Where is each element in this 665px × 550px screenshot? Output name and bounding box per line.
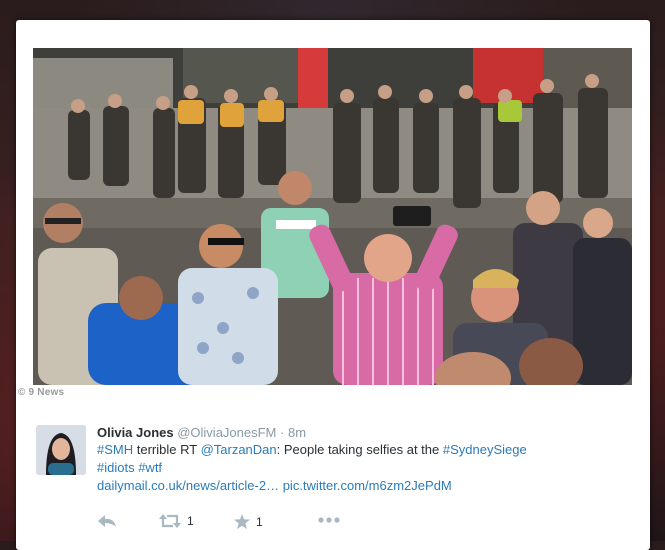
mention-tarzandan[interactable]: @TarzanDan [201,442,277,457]
tweet-card: © 9 News Olivia Jones @OliviaJonesFM · 8… [16,20,650,550]
photo-watermark: © 9 News [18,387,65,398]
reply-button[interactable] [97,514,117,528]
avatar[interactable] [36,425,86,475]
favorite-button[interactable]: 1 [234,514,263,529]
tweet-timestamp[interactable]: 8m [288,425,306,440]
hashtag-idiots[interactable]: #idiots [97,460,135,475]
hashtag-sydneysiege[interactable]: #SydneySiege [443,442,527,457]
tweet-photo[interactable] [33,48,632,385]
favorite-count: 1 [256,514,263,529]
star-icon [234,514,250,529]
more-button[interactable] [318,517,340,523]
separator-dot: · [280,425,285,440]
user-name[interactable]: Olivia Jones [97,425,174,440]
tweet-text-segment: : People taking selfies at the [276,442,443,457]
user-handle[interactable]: @OliviaJonesFM [177,425,276,440]
tweet: Olivia Jones @OliviaJonesFM · 8m #SMH te… [36,424,626,544]
tweet-text-line-2: #idiots #wtf [97,459,617,477]
avatar-image [36,425,86,475]
retweet-count: 1 [187,514,194,528]
tweet-body: Olivia Jones @OliviaJonesFM · 8m #SMH te… [97,424,617,495]
tweet-text-line-3: dailymail.co.uk/news/article-2… pic.twit… [97,477,617,495]
reply-icon [98,515,116,527]
crowd-photo-illustration [33,48,632,385]
tweet-header: Olivia Jones @OliviaJonesFM · 8m [97,424,617,441]
retweet-icon [159,514,181,528]
article-link[interactable]: dailymail.co.uk/news/article-2… [97,478,279,493]
media-link[interactable]: pic.twitter.com/m6zm2JePdM [283,478,452,493]
tweet-text-segment: terrible RT [133,442,201,457]
retweet-button[interactable]: 1 [159,514,194,528]
hashtag-smh[interactable]: #SMH [97,442,133,457]
more-dots-icon [318,517,340,523]
tweet-text-line-1: #SMH terrible RT @TarzanDan: People taki… [97,441,617,459]
hashtag-wtf[interactable]: #wtf [138,460,162,475]
